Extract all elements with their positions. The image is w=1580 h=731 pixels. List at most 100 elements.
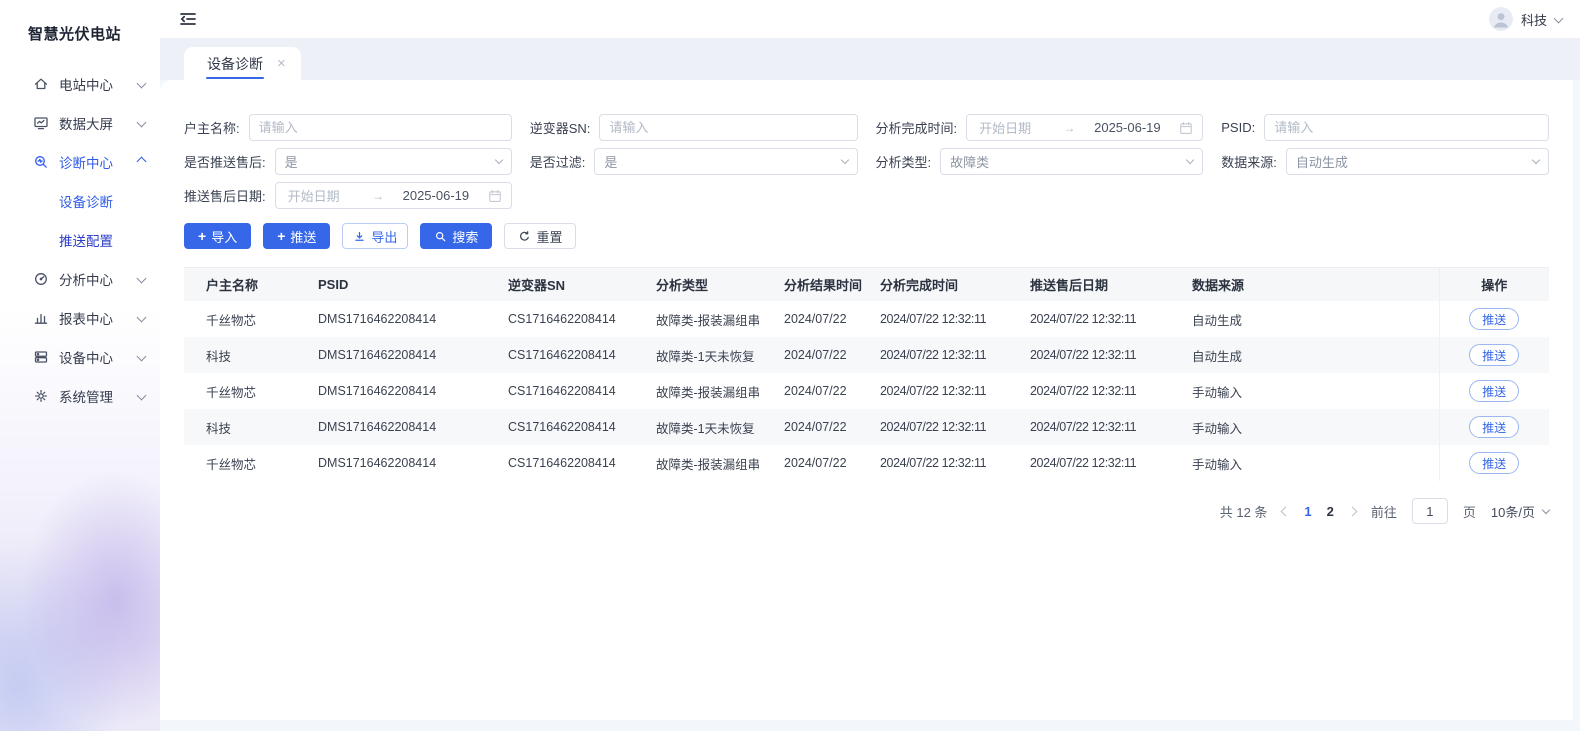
export-button[interactable]: 导出: [342, 223, 408, 249]
psid-input[interactable]: [1264, 114, 1549, 141]
table-row: 千丝物芯 DMS1716462208414 CS1716462208414 故障…: [184, 373, 1549, 409]
filter-inverter-sn: 逆变器SN:: [530, 114, 858, 141]
sidebar-item-diagnosis-center[interactable]: 诊断中心: [0, 142, 160, 181]
range-arrow-icon: →: [1063, 121, 1075, 135]
cell-result-time: 2024/07/22: [774, 301, 870, 337]
cell-action: 推送: [1439, 409, 1549, 445]
search-button[interactable]: 搜索: [420, 223, 492, 249]
screen-icon: [33, 115, 49, 131]
next-page-button[interactable]: [1349, 508, 1356, 515]
chevron-up-icon: [137, 157, 147, 167]
range-start-placeholder: 开始日期: [285, 186, 364, 205]
export-button-label: 导出: [371, 227, 397, 246]
chevron-down-icon: [840, 156, 848, 164]
cell-psid: DMS1716462208414: [296, 409, 486, 445]
push-aftersales-date-range-picker[interactable]: 开始日期 → 2025-06-19: [275, 182, 512, 209]
cell-action: 推送: [1439, 301, 1549, 337]
chevron-down-icon: [1554, 13, 1564, 23]
filter-form: 户主名称: 逆变器SN: 分析完成时间: 开始日期 → 2025-06-19 P…: [184, 114, 1549, 209]
chevron-down-icon: [137, 274, 147, 284]
import-button[interactable]: + 导入: [184, 223, 251, 249]
cell-analysis-type: 故障类-1天未恢复: [634, 409, 774, 445]
data-source-select[interactable]: 自动生成: [1286, 148, 1549, 175]
import-button-label: 导入: [211, 227, 237, 246]
pagination-total: 共 12 条: [1220, 502, 1268, 521]
avatar: [1489, 7, 1513, 31]
plus-icon: +: [277, 229, 285, 243]
page-button-2[interactable]: 2: [1327, 504, 1334, 519]
sidebar-subitem-device-diagnosis[interactable]: 设备诊断: [0, 181, 160, 220]
cell-owner-name: 千丝物芯: [184, 445, 296, 481]
cell-done-time: 2024/07/22 12:32:11: [870, 373, 1020, 409]
home-icon: [33, 76, 49, 92]
sidebar-collapse-button[interactable]: [178, 10, 198, 28]
close-icon[interactable]: ×: [277, 56, 286, 71]
sidebar-item-data-screen[interactable]: 数据大屏: [0, 103, 160, 142]
col-push-date: 推送售后日期: [1020, 268, 1170, 302]
page-button-1[interactable]: 1: [1304, 504, 1311, 519]
row-push-button[interactable]: 推送: [1469, 380, 1519, 402]
sidebar-item-analysis-center[interactable]: 分析中心: [0, 259, 160, 298]
row-push-button[interactable]: 推送: [1469, 416, 1519, 438]
cell-result-time: 2024/07/22: [774, 337, 870, 373]
row-push-button[interactable]: 推送: [1469, 344, 1519, 366]
diagnosis-icon: [33, 154, 49, 170]
plus-icon: +: [198, 229, 206, 243]
row-push-button[interactable]: 推送: [1469, 452, 1519, 474]
cell-push-date: 2024/07/22 12:32:11: [1020, 337, 1170, 373]
sidebar-item-label: 诊断中心: [59, 152, 113, 172]
chevron-down-icon: [495, 156, 503, 164]
page-size-select[interactable]: 10条/页: [1491, 502, 1549, 521]
filtered-select[interactable]: 是: [594, 148, 857, 175]
push-button[interactable]: + 推送: [263, 223, 330, 249]
sidebar-item-report-center[interactable]: 报表中心: [0, 298, 160, 337]
cell-data-source: 手动输入: [1170, 445, 1439, 481]
sidebar-subitem-push-config[interactable]: 推送配置: [0, 220, 160, 259]
prev-page-button[interactable]: [1282, 508, 1289, 515]
reset-button[interactable]: 重置: [504, 223, 576, 249]
cell-done-time: 2024/07/22 12:32:11: [870, 337, 1020, 373]
sidebar-item-system-management[interactable]: 系统管理: [0, 376, 160, 415]
col-result-time: 分析结果时间: [774, 268, 870, 302]
cell-done-time: 2024/07/22 12:32:11: [870, 409, 1020, 445]
cell-psid: DMS1716462208414: [296, 301, 486, 337]
cell-owner-name: 千丝物芯: [184, 373, 296, 409]
chevron-down-icon: [137, 352, 147, 362]
analysis-done-time-range-picker[interactable]: 开始日期 → 2025-06-19: [966, 114, 1203, 141]
owner-name-input[interactable]: [249, 114, 512, 141]
table-body: 千丝物芯 DMS1716462208414 CS1716462208414 故障…: [184, 301, 1549, 481]
filter-label: 分析类型:: [876, 152, 932, 171]
sidebar-item-device-center[interactable]: 设备中心: [0, 337, 160, 376]
filter-analysis-done-time: 分析完成时间: 开始日期 → 2025-06-19: [876, 114, 1204, 141]
col-action: 操作: [1439, 268, 1549, 302]
refresh-icon: [518, 230, 531, 243]
gear-icon: [33, 388, 49, 404]
sidebar-menu: 电站中心 数据大屏 诊断中心 设备诊断 推送配置 分析中心 报表中心: [0, 64, 160, 415]
goto-page-input[interactable]: [1412, 498, 1448, 524]
topbar: 科技: [160, 0, 1580, 38]
user-name: 科技: [1521, 10, 1547, 29]
col-done-time: 分析完成时间: [870, 268, 1020, 302]
analysis-type-select[interactable]: 故障类: [940, 148, 1203, 175]
sidebar-item-station-center[interactable]: 电站中心: [0, 64, 160, 103]
sidebar-subitem-label: 推送配置: [59, 230, 113, 250]
cell-data-source: 自动生成: [1170, 301, 1439, 337]
table-row: 千丝物芯 DMS1716462208414 CS1716462208414 故障…: [184, 445, 1549, 481]
filter-label: 分析完成时间:: [876, 118, 958, 137]
filter-analysis-type: 分析类型: 故障类: [876, 148, 1204, 175]
goto-unit-label: 页: [1463, 502, 1476, 521]
row-push-button[interactable]: 推送: [1469, 308, 1519, 330]
filter-label: 是否推送售后:: [184, 152, 266, 171]
report-icon: [33, 310, 49, 326]
tab-device-diagnosis[interactable]: 设备诊断 ×: [184, 47, 301, 80]
cell-push-date: 2024/07/22 12:32:11: [1020, 409, 1170, 445]
push-aftersales-select[interactable]: 是: [275, 148, 512, 175]
filter-owner-name: 户主名称:: [184, 114, 512, 141]
user-menu[interactable]: 科技: [1489, 7, 1562, 31]
filter-label: 数据来源:: [1221, 152, 1277, 171]
filter-push-aftersales-date: 推送售后日期: 开始日期 → 2025-06-19: [184, 182, 512, 209]
inverter-sn-input[interactable]: [599, 114, 857, 141]
cell-owner-name: 科技: [184, 337, 296, 373]
menu-fold-icon: [178, 10, 198, 28]
analysis-icon: [33, 271, 49, 287]
